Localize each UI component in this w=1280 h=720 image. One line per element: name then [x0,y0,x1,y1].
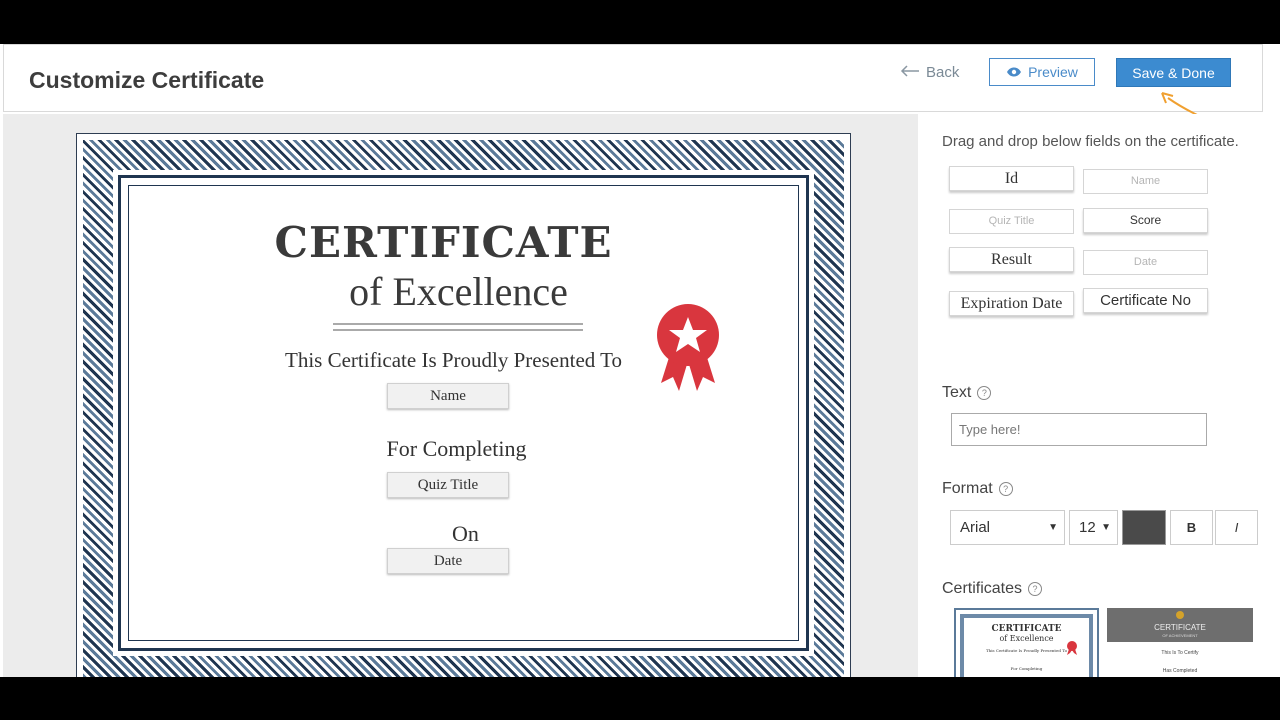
eye-icon [1006,64,1022,80]
help-icon[interactable]: ? [998,482,1013,496]
field-score[interactable]: Score [1083,208,1208,233]
back-link[interactable]: Back [900,64,959,81]
certificate-title: CERTIFICATE [274,218,613,267]
format-section-label: Format ? [942,480,1013,498]
text-input[interactable]: Type here! [951,413,1207,446]
certificates-label: Certificates [942,580,1023,597]
page-title: Customize Certificate [29,67,265,93]
on-text: On [452,521,479,546]
thumb-for-completing: For Completing [1010,666,1043,671]
for-completing-text: For Completing [386,436,527,461]
date-field[interactable]: Date [387,548,509,574]
field-name[interactable]: Name [1083,169,1208,194]
italic-button[interactable]: I [1215,510,1258,545]
arrow-left-icon [900,64,920,81]
certificate-template-excellence[interactable]: CERTIFICATE of Excellence This Certifica… [954,608,1099,677]
award-ribbon-icon [657,304,719,391]
thumb-completed: Has Completed [1162,668,1198,674]
size-select[interactable]: 12 ▼ [1069,510,1118,545]
help-icon[interactable]: ? [977,386,992,400]
title-divider [333,323,583,331]
field-id[interactable]: Id [949,166,1074,191]
size-value: 12 [1079,519,1096,536]
color-swatch[interactable] [1122,510,1166,545]
thumb-subtitle: OF ACHIEVEMENT [1162,633,1198,638]
page-header: Customize Certificate Back Preview Save … [3,44,1263,112]
thumb-certify: This Is To Certify [1161,650,1199,656]
app-frame: Customize Certificate Back Preview Save … [0,44,1280,677]
font-value: Arial [960,519,991,536]
certificates-section-label: Certificates ? [942,580,1043,598]
back-label: Back [926,64,960,81]
field-date[interactable]: Date [1083,250,1208,275]
thumb-title: CERTIFICATE [991,624,1062,634]
field-certificate-no[interactable]: Certificate No [1083,288,1208,313]
seal-icon [1176,611,1184,619]
caret-down-icon: ▼ [1101,522,1111,533]
help-icon[interactable]: ? [1028,582,1043,596]
drag-drop-hint: Drag and drop below fields on the certif… [942,133,1239,150]
fields-sidebar: Drag and drop below fields on the certif… [918,114,1280,677]
text-section-label: Text ? [942,384,992,402]
preview-button[interactable]: Preview [989,58,1095,86]
field-quiz-title[interactable]: Quiz Title [949,209,1074,234]
award-ribbon-icon [1067,641,1077,655]
field-expiration-date[interactable]: Expiration Date [949,291,1074,316]
caret-down-icon: ▼ [1048,522,1058,533]
quiz-title-field[interactable]: Quiz Title [387,472,509,498]
thumb-title: CERTIFICATE [1154,623,1206,632]
save-done-button[interactable]: Save & Done [1116,58,1231,87]
field-result[interactable]: Result [949,247,1074,272]
format-label: Format [942,480,993,497]
certificate: CERTIFICATE of Excellence This Certifica… [76,133,851,677]
text-label: Text [942,384,972,401]
certificate-canvas: CERTIFICATE of Excellence This Certifica… [3,114,918,677]
bold-button[interactable]: B [1170,510,1213,545]
certificate-template-achievement[interactable]: CERTIFICATE OF ACHIEVEMENT This Is To Ce… [1107,608,1253,677]
certificate-body: CERTIFICATE of Excellence This Certifica… [118,175,809,651]
font-select[interactable]: Arial ▼ [950,510,1065,545]
name-field[interactable]: Name [387,383,509,409]
preview-label: Preview [1028,64,1078,80]
